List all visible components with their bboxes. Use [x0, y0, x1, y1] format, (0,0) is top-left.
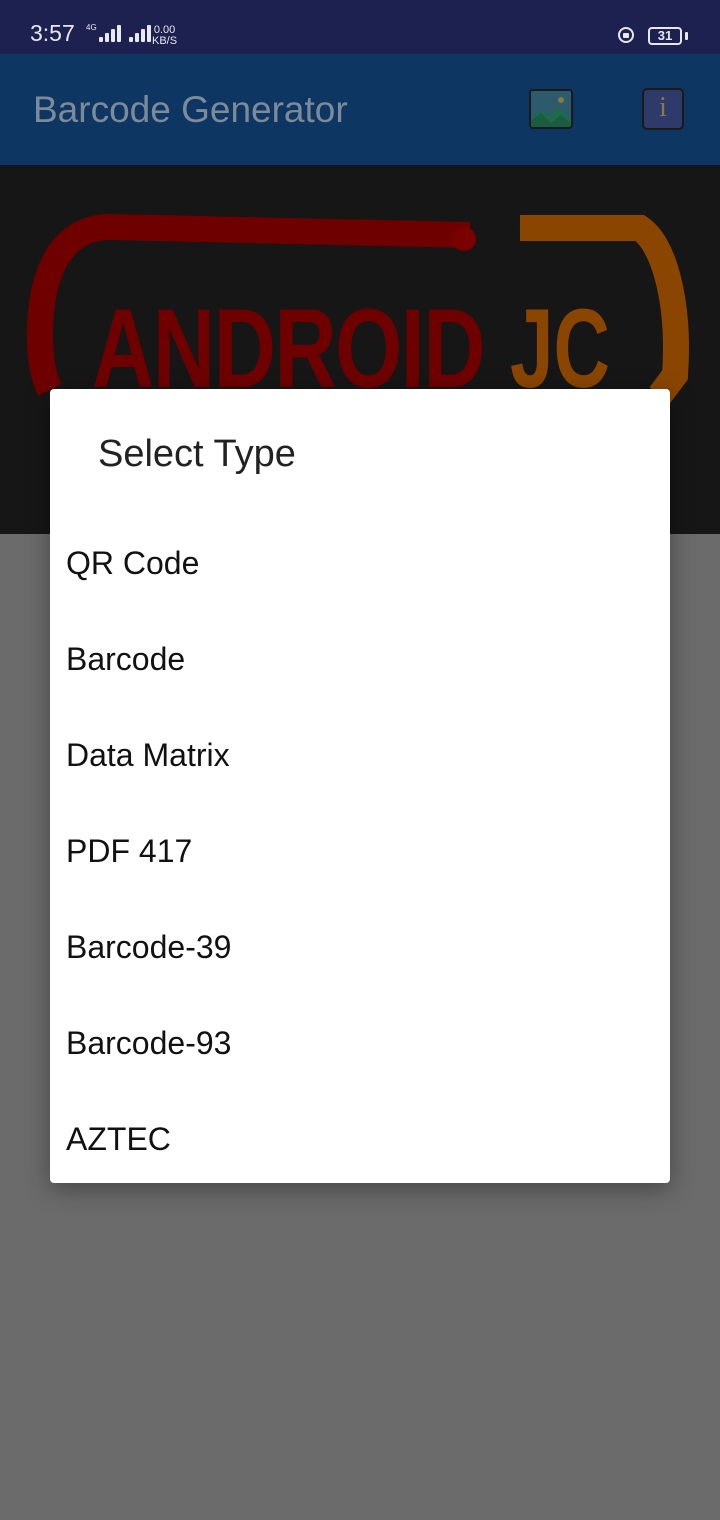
option-qr-code[interactable]: QR Code	[50, 509, 670, 605]
option-label: Barcode-39	[66, 929, 232, 965]
option-label: AZTEC	[66, 1121, 171, 1157]
option-barcode-39[interactable]: Barcode-39	[50, 893, 670, 989]
status-bar: 3:57 4G 0.00 KB/S 31	[0, 0, 720, 54]
option-barcode-93[interactable]: Barcode-93	[50, 989, 670, 1085]
option-barcode[interactable]: Barcode	[50, 605, 670, 701]
app-title: Barcode Generator	[33, 89, 348, 130]
option-label: Barcode-93	[66, 1025, 232, 1061]
option-label: PDF 417	[66, 833, 193, 869]
option-pdf-417[interactable]: PDF 417	[50, 797, 670, 893]
net-speed-unit: KB/S	[152, 35, 178, 47]
option-label: Barcode	[66, 641, 186, 677]
image-icon	[531, 91, 571, 127]
battery-cap	[685, 32, 688, 40]
select-type-dialog: Select Type QR Code Barcode Data Matrix …	[50, 389, 670, 1183]
rotation-lock-icon	[618, 27, 634, 43]
battery-icon: 31	[648, 27, 682, 45]
info-icon: i	[659, 92, 667, 123]
option-label: QR Code	[66, 545, 200, 581]
option-data-matrix[interactable]: Data Matrix	[50, 701, 670, 797]
signal-1-icon	[98, 24, 121, 42]
option-aztec[interactable]: AZTEC	[50, 1085, 670, 1181]
network-type: 4G	[86, 23, 97, 32]
dialog-title: Select Type	[98, 433, 296, 475]
info-button[interactable]: i	[642, 88, 684, 130]
battery-level: 31	[657, 28, 673, 43]
signal-icons: 4G	[86, 24, 159, 42]
net-speed: 0.00 KB/S	[152, 25, 177, 47]
option-label: Data Matrix	[66, 737, 230, 773]
gallery-button[interactable]	[529, 89, 573, 129]
status-time: 3:57	[30, 20, 75, 46]
signal-2-icon	[128, 24, 151, 42]
